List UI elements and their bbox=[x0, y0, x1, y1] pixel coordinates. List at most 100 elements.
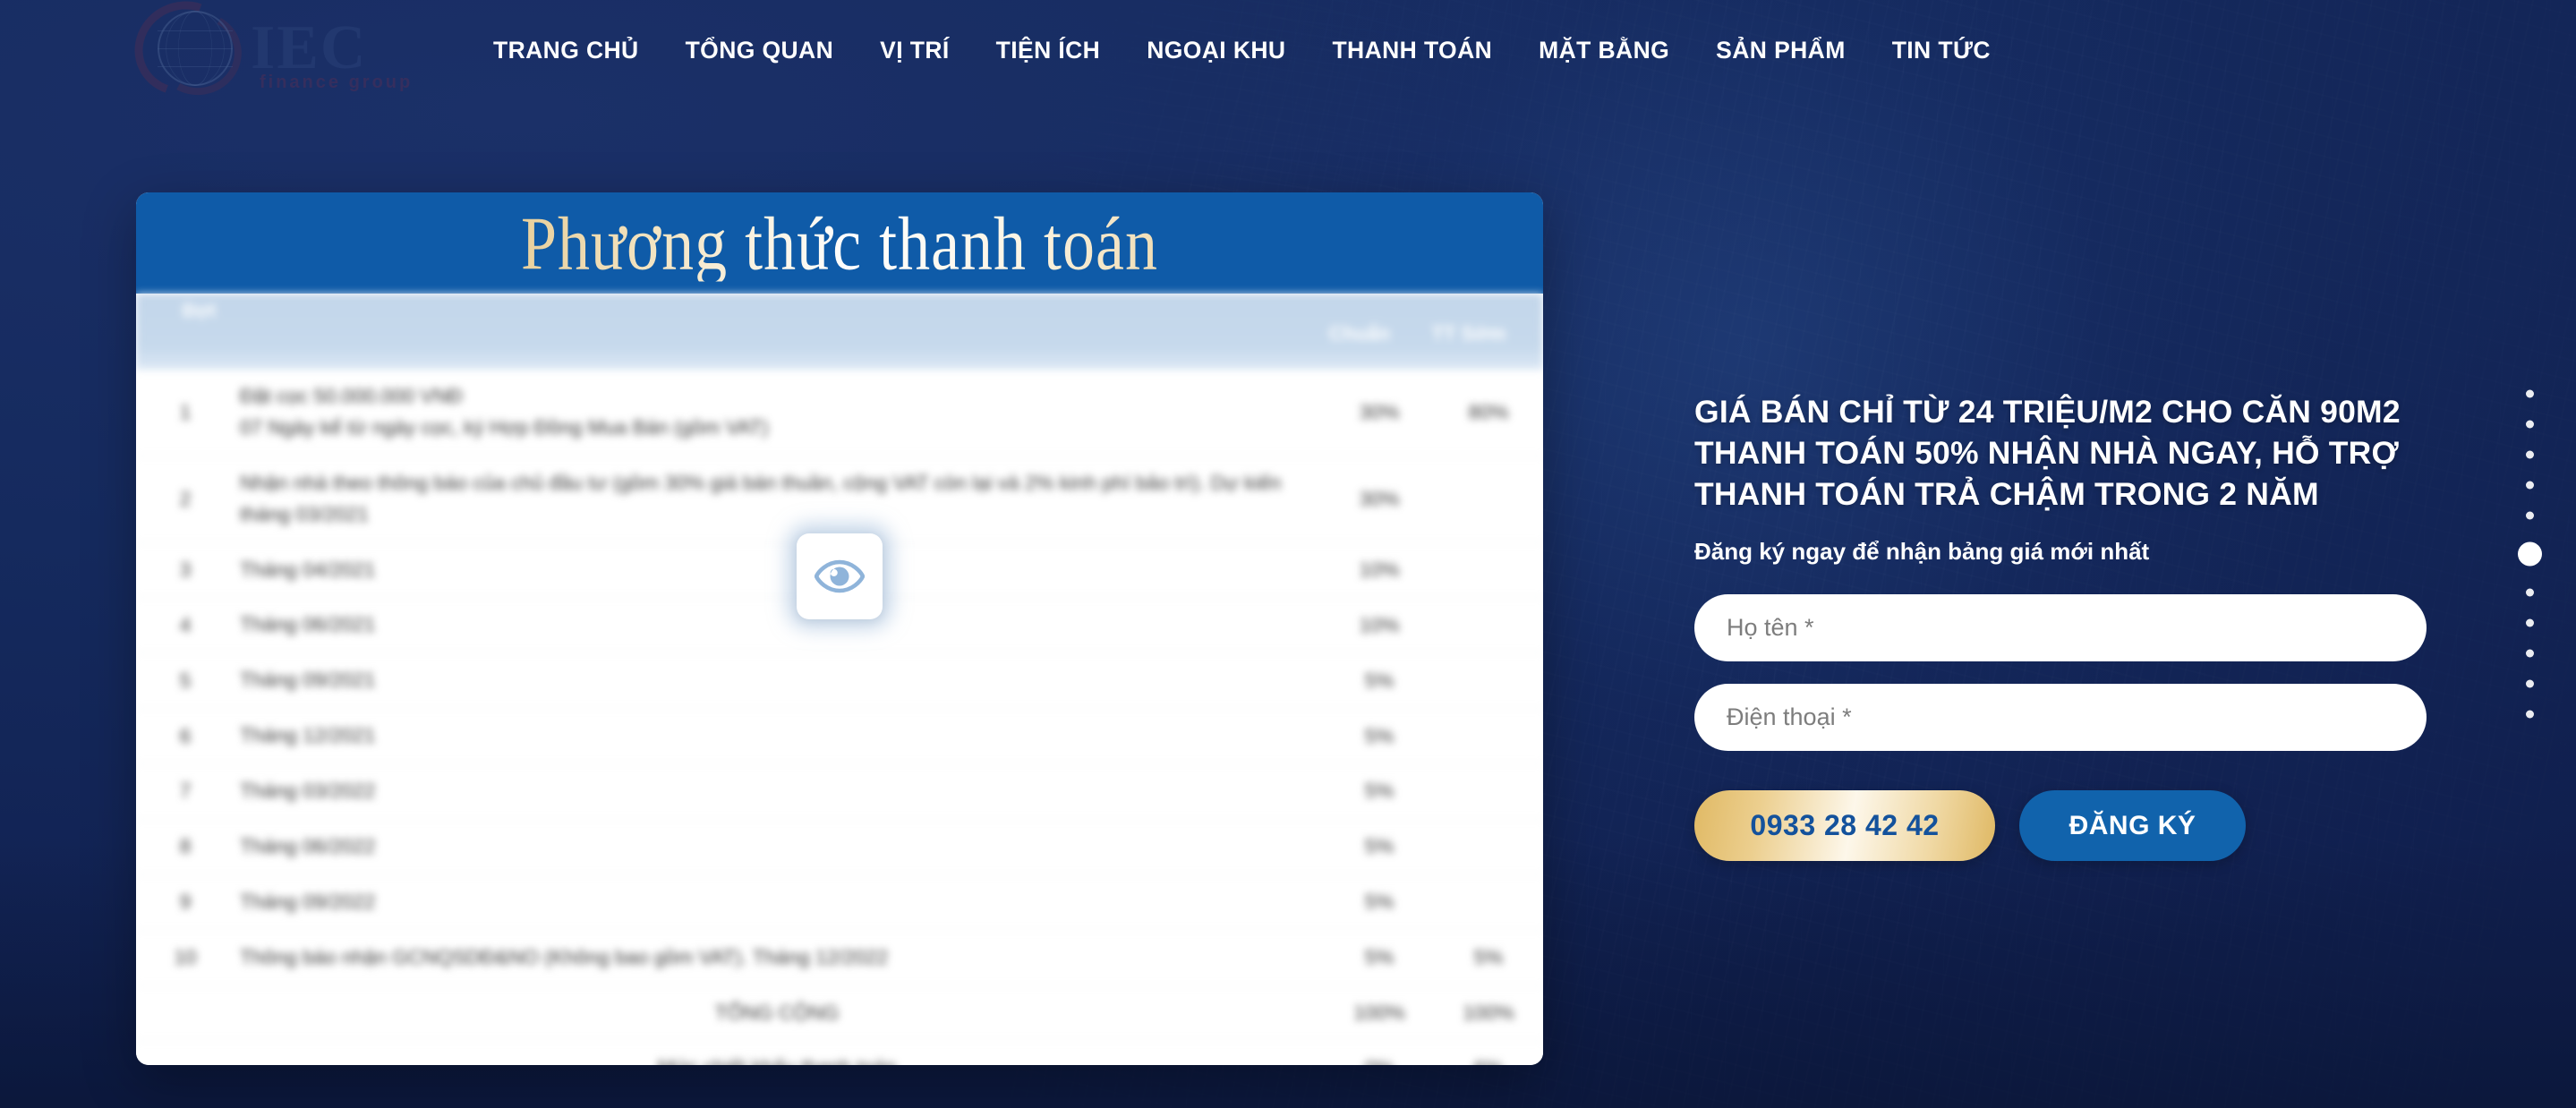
row-percent-ttsom: 80% bbox=[1434, 370, 1543, 456]
nav-item-ngoai-khu[interactable]: NGOẠI KHU bbox=[1123, 37, 1309, 64]
fullname-input[interactable] bbox=[1694, 594, 2427, 662]
total-percent-ttsom: 100% bbox=[1434, 985, 1543, 1042]
row-number: 6 bbox=[136, 708, 235, 764]
nav-item-tong-quan[interactable]: TỔNG QUAN bbox=[662, 37, 857, 64]
row-percent-chuan: 5% bbox=[1325, 708, 1434, 764]
discount-label: Mức chiết khấu thanh toán bbox=[235, 1040, 1325, 1065]
row-percent-ttsom bbox=[1434, 597, 1543, 654]
table-row: 9 Tháng 09/2022 5% bbox=[136, 874, 1543, 931]
section-dot-4[interactable] bbox=[2526, 481, 2534, 490]
row-number: 10 bbox=[136, 930, 235, 986]
row-percent-chuan: 5% bbox=[1325, 652, 1434, 710]
promo-headline-line-2: THANH TOÁN 50% NHẬN NHÀ NGAY, HỖ TRỢ bbox=[1694, 435, 2400, 472]
section-dot-navigation bbox=[2518, 389, 2542, 719]
discount-percent-ttsom: 6% bbox=[1434, 1040, 1543, 1065]
table-row: 7 Tháng 03/2022 5% bbox=[136, 763, 1543, 820]
section-dot-1[interactable] bbox=[2526, 389, 2534, 398]
row-percent-ttsom bbox=[1434, 763, 1543, 820]
payment-table-header: Đợt Chuẩn TT Sớm bbox=[136, 294, 1543, 370]
total-label: TỔNG CỘNG bbox=[235, 985, 1325, 1042]
section-dot-8[interactable] bbox=[2526, 618, 2534, 627]
total-percent-chuan: 100% bbox=[1325, 985, 1434, 1042]
registration-form: 0933 28 42 42 ĐĂNG KÝ bbox=[1694, 594, 2437, 862]
nav-item-tien-ich[interactable]: TIỆN ÍCH bbox=[973, 37, 1124, 64]
row-percent-chuan: 5% bbox=[1325, 930, 1434, 986]
section-dot-9[interactable] bbox=[2526, 649, 2534, 658]
row-number: 9 bbox=[136, 874, 235, 931]
row-number: 7 bbox=[136, 763, 235, 820]
section-dot-2[interactable] bbox=[2526, 420, 2534, 429]
table-row: 5 Tháng 09/2021 5% bbox=[136, 652, 1543, 710]
table-header-dot-label: Đợt bbox=[183, 301, 217, 321]
reveal-payment-table-button[interactable] bbox=[797, 533, 883, 619]
row-description: Tháng 06/2022 bbox=[235, 819, 1325, 875]
row-number: 5 bbox=[136, 652, 235, 710]
section-dot-10[interactable] bbox=[2526, 679, 2534, 688]
logo-wordmark: IEC bbox=[251, 13, 368, 82]
table-column-tt-som: TT Sớm bbox=[1431, 322, 1506, 345]
site-header: IEC finance group TRANG CHỦ TỔNG QUAN VỊ… bbox=[0, 0, 2576, 112]
page-title: Phương thức thanh toán bbox=[520, 200, 1159, 286]
row-percent-chuan: 5% bbox=[1325, 763, 1434, 820]
row-percent-ttsom bbox=[1434, 456, 1543, 543]
nav-item-mat-bang[interactable]: MẶT BẰNG bbox=[1515, 37, 1693, 64]
section-dot-11[interactable] bbox=[2526, 710, 2534, 719]
nav-item-san-pham[interactable]: SẢN PHẨM bbox=[1693, 37, 1869, 64]
row-description: Đặt cọc 50.000.000 VNĐ 07 Ngày kể từ ngà… bbox=[235, 370, 1325, 456]
row-percent-chuan: 30% bbox=[1325, 370, 1434, 456]
payment-card-body: Đợt Chuẩn TT Sớm 1 Đặt cọc 50.000.000 VN… bbox=[136, 294, 1543, 1065]
call-hotline-button[interactable]: 0933 28 42 42 bbox=[1694, 790, 1995, 862]
table-row: 6 Tháng 12/2021 5% bbox=[136, 708, 1543, 764]
row-percent-ttsom bbox=[1434, 542, 1543, 599]
row-number: 1 bbox=[136, 370, 235, 456]
section-dot-6-active[interactable] bbox=[2518, 541, 2542, 567]
nav-item-vi-tri[interactable]: VỊ TRÍ bbox=[857, 37, 973, 64]
table-row: 1 Đặt cọc 50.000.000 VNĐ 07 Ngày kể từ n… bbox=[136, 370, 1543, 456]
nav-item-trang-chu[interactable]: TRANG CHỦ bbox=[470, 37, 662, 64]
section-dot-3[interactable] bbox=[2526, 450, 2534, 459]
row-description: Thông báo nhận GCNQSDĐ&NO (Không bao gồm… bbox=[235, 930, 1325, 986]
discount-percent-chuan: 0% bbox=[1325, 1040, 1434, 1065]
row-number: 8 bbox=[136, 819, 235, 875]
logo-tagline: finance group bbox=[260, 72, 414, 92]
payment-table-body: 1 Đặt cọc 50.000.000 VNĐ 07 Ngày kể từ n… bbox=[136, 370, 1543, 1065]
row-percent-chuan: 30% bbox=[1325, 456, 1434, 543]
row-number: 4 bbox=[136, 597, 235, 654]
row-percent-chuan: 10% bbox=[1325, 597, 1434, 654]
table-column-chuan: Chuẩn bbox=[1328, 322, 1391, 345]
row-percent-ttsom: 5% bbox=[1434, 930, 1543, 986]
row-percent-ttsom bbox=[1434, 819, 1543, 875]
section-dot-5[interactable] bbox=[2526, 511, 2534, 520]
row-description: Tháng 03/2022 bbox=[235, 763, 1325, 820]
nav-item-tin-tuc[interactable]: TIN TỨC bbox=[1869, 37, 2014, 64]
section-dot-7[interactable] bbox=[2526, 588, 2534, 597]
nav-item-thanh-toan[interactable]: THANH TOÁN bbox=[1309, 37, 1515, 64]
phone-input[interactable] bbox=[1694, 684, 2427, 752]
table-row: 2 Nhận nhà theo thông báo của chủ đầu tư… bbox=[136, 456, 1543, 543]
eye-icon bbox=[815, 558, 865, 594]
promo-subline: Đăng ký ngay để nhận bảng giá mới nhất bbox=[1694, 538, 2150, 566]
row-percent-chuan: 10% bbox=[1325, 542, 1434, 599]
globe-icon bbox=[152, 5, 238, 91]
brand-logo[interactable]: IEC finance group bbox=[119, 0, 421, 112]
table-row: 8 Tháng 06/2022 5% bbox=[136, 819, 1543, 875]
main-navigation: TRANG CHỦ TỔNG QUAN VỊ TRÍ TIỆN ÍCH NGOẠ… bbox=[470, 0, 2014, 100]
row-description: Tháng 09/2021 bbox=[235, 652, 1325, 710]
row-description: Tháng 12/2021 bbox=[235, 708, 1325, 764]
row-number: 2 bbox=[136, 456, 235, 543]
row-description: Nhận nhà theo thông báo của chủ đầu tư (… bbox=[235, 456, 1325, 543]
payment-method-card: Phương thức thanh toán Đợt Chuẩn TT Sớm … bbox=[136, 192, 1543, 1065]
promo-panel: GIÁ BÁN CHỈ TỪ 24 TRIỆU/M2 CHO CĂN 90M2 … bbox=[1694, 391, 2437, 862]
payment-schedule-table: 1 Đặt cọc 50.000.000 VNĐ 07 Ngày kể từ n… bbox=[136, 370, 1543, 1065]
row-number: 3 bbox=[136, 542, 235, 599]
payment-card-header: Phương thức thanh toán bbox=[136, 192, 1543, 294]
register-submit-button[interactable]: ĐĂNG KÝ bbox=[2019, 790, 2246, 862]
table-row: 10 Thông báo nhận GCNQSDĐ&NO (Không bao … bbox=[136, 930, 1543, 986]
promo-headline-line-1: GIÁ BÁN CHỈ TỪ 24 TRIỆU/M2 CHO CĂN 90M2 bbox=[1694, 394, 2401, 430]
row-percent-ttsom bbox=[1434, 874, 1543, 931]
promo-headline-line-3: THANH TOÁN TRẢ CHẬM TRONG 2 NĂM bbox=[1694, 476, 2319, 513]
row-description: Tháng 04/2021 bbox=[235, 542, 1325, 599]
table-total-row: TỔNG CỘNG 100% 100% bbox=[136, 985, 1543, 1042]
form-actions: 0933 28 42 42 ĐĂNG KÝ bbox=[1694, 790, 2437, 862]
blurred-table-content: Đợt Chuẩn TT Sớm 1 Đặt cọc 50.000.000 VN… bbox=[136, 294, 1543, 1065]
